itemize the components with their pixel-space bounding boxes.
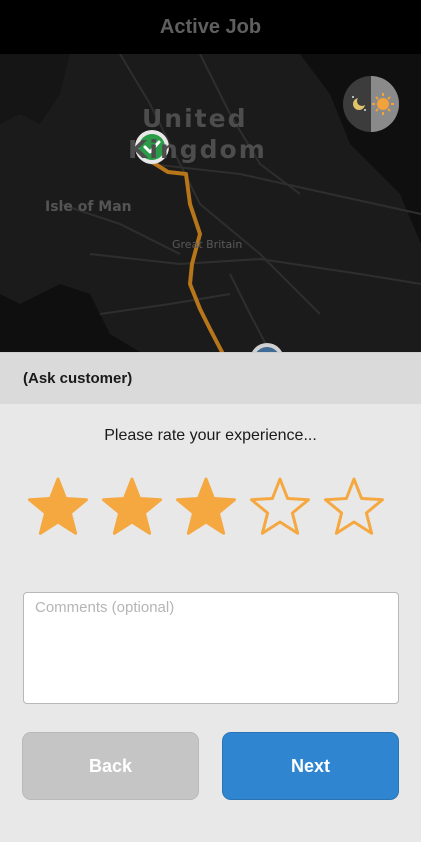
next-button[interactable]: Next: [222, 732, 399, 800]
star-filled-icon[interactable]: [100, 476, 164, 540]
panel-header-label: (Ask customer): [23, 370, 133, 387]
star-filled-icon[interactable]: [174, 476, 238, 540]
rating-prompt: Please rate your experience...: [104, 427, 317, 444]
map-label-isle-of-man: Isle of Man: [45, 199, 132, 215]
map-label-country: Kingdom: [128, 135, 267, 164]
map-label-country: United: [142, 104, 248, 133]
star-filled-icon[interactable]: [26, 476, 90, 540]
map-label-great-britain: Great Britain: [172, 238, 243, 251]
back-button[interactable]: Back: [22, 732, 199, 800]
rating-panel: (Ask customer) Please rate your experien…: [0, 352, 421, 842]
star-empty-icon[interactable]: [248, 476, 312, 540]
star-empty-icon[interactable]: [322, 476, 386, 540]
route-map[interactable]: United Kingdom Isle of Man Great Britain: [0, 54, 421, 352]
star-rating: [26, 476, 386, 540]
page-title: Active Job: [159, 15, 262, 38]
theme-toggle-button[interactable]: [343, 76, 399, 132]
moon-icon: [352, 96, 367, 111]
comments-field[interactable]: [23, 592, 399, 704]
panel-header: (Ask customer): [0, 352, 421, 404]
header-bar: Active Job: [0, 0, 421, 54]
theme-icons: [352, 76, 399, 132]
